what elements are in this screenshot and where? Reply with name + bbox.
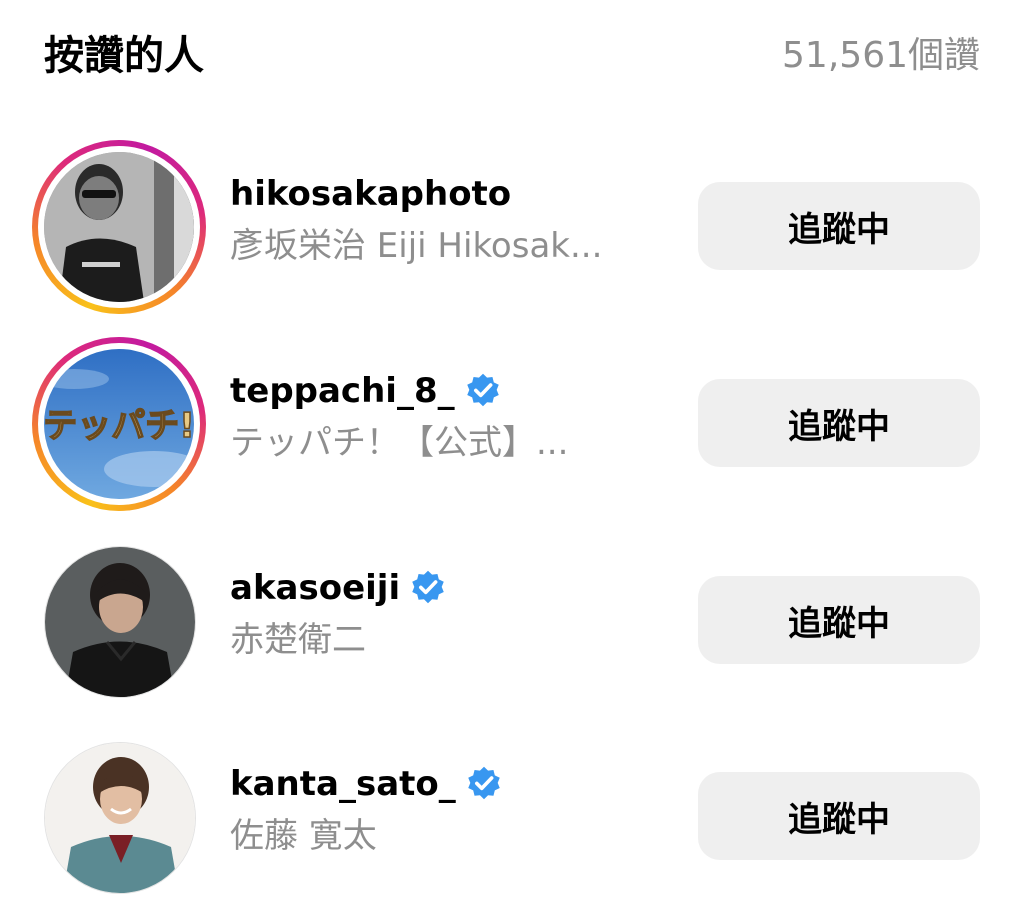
username[interactable]: hikosakaphoto [230, 172, 511, 216]
avatar[interactable] [45, 743, 195, 893]
avatar[interactable] [45, 547, 195, 697]
user-row[interactable]: kanta_sato_ 佐藤 寛太 追蹤中 [0, 722, 1024, 902]
avatar-logo-text: テッパチ! [44, 406, 194, 446]
user-row[interactable]: hikosakaphoto 彥坂栄治 Eiji Hikosak... 追蹤中 [0, 132, 1024, 314]
story-ring[interactable] [32, 140, 206, 314]
user-row[interactable]: akasoeiji 赤楚衛二 追蹤中 [0, 526, 1024, 706]
story-ring[interactable]: テッパチ! [32, 337, 206, 511]
likes-count: 51,561個讚 [782, 35, 980, 76]
avatar-frame[interactable] [32, 730, 206, 902]
avatar-frame[interactable] [32, 534, 206, 708]
username[interactable]: akasoeiji [230, 566, 446, 610]
user-row[interactable]: テッパチ! teppachi_8_ テッパチ！【公式】... 追蹤中 [0, 329, 1024, 511]
full-name: テッパチ！【公式】... [230, 423, 569, 463]
full-name: 佐藤 寛太 [230, 816, 377, 856]
page-title: 按讚的人 [44, 33, 204, 79]
full-name: 赤楚衛二 [230, 620, 366, 660]
following-button[interactable]: 追蹤中 [698, 576, 980, 664]
following-button[interactable]: 追蹤中 [698, 182, 980, 270]
full-name: 彥坂栄治 Eiji Hikosak... [230, 226, 603, 266]
avatar[interactable] [44, 152, 194, 302]
verified-badge-icon [412, 570, 444, 603]
likers-page: 按讚的人 51,561個讚 hikosakaphoto 彥坂栄治 Eiji Hi… [0, 0, 1024, 902]
avatar[interactable]: テッパチ! [44, 349, 194, 499]
following-button[interactable]: 追蹤中 [698, 772, 980, 860]
username[interactable]: kanta_sato_ [230, 762, 502, 806]
verified-badge-icon [466, 373, 499, 406]
username[interactable]: teppachi_8_ [230, 369, 501, 413]
following-button[interactable]: 追蹤中 [698, 379, 980, 467]
verified-badge-icon [468, 766, 500, 799]
